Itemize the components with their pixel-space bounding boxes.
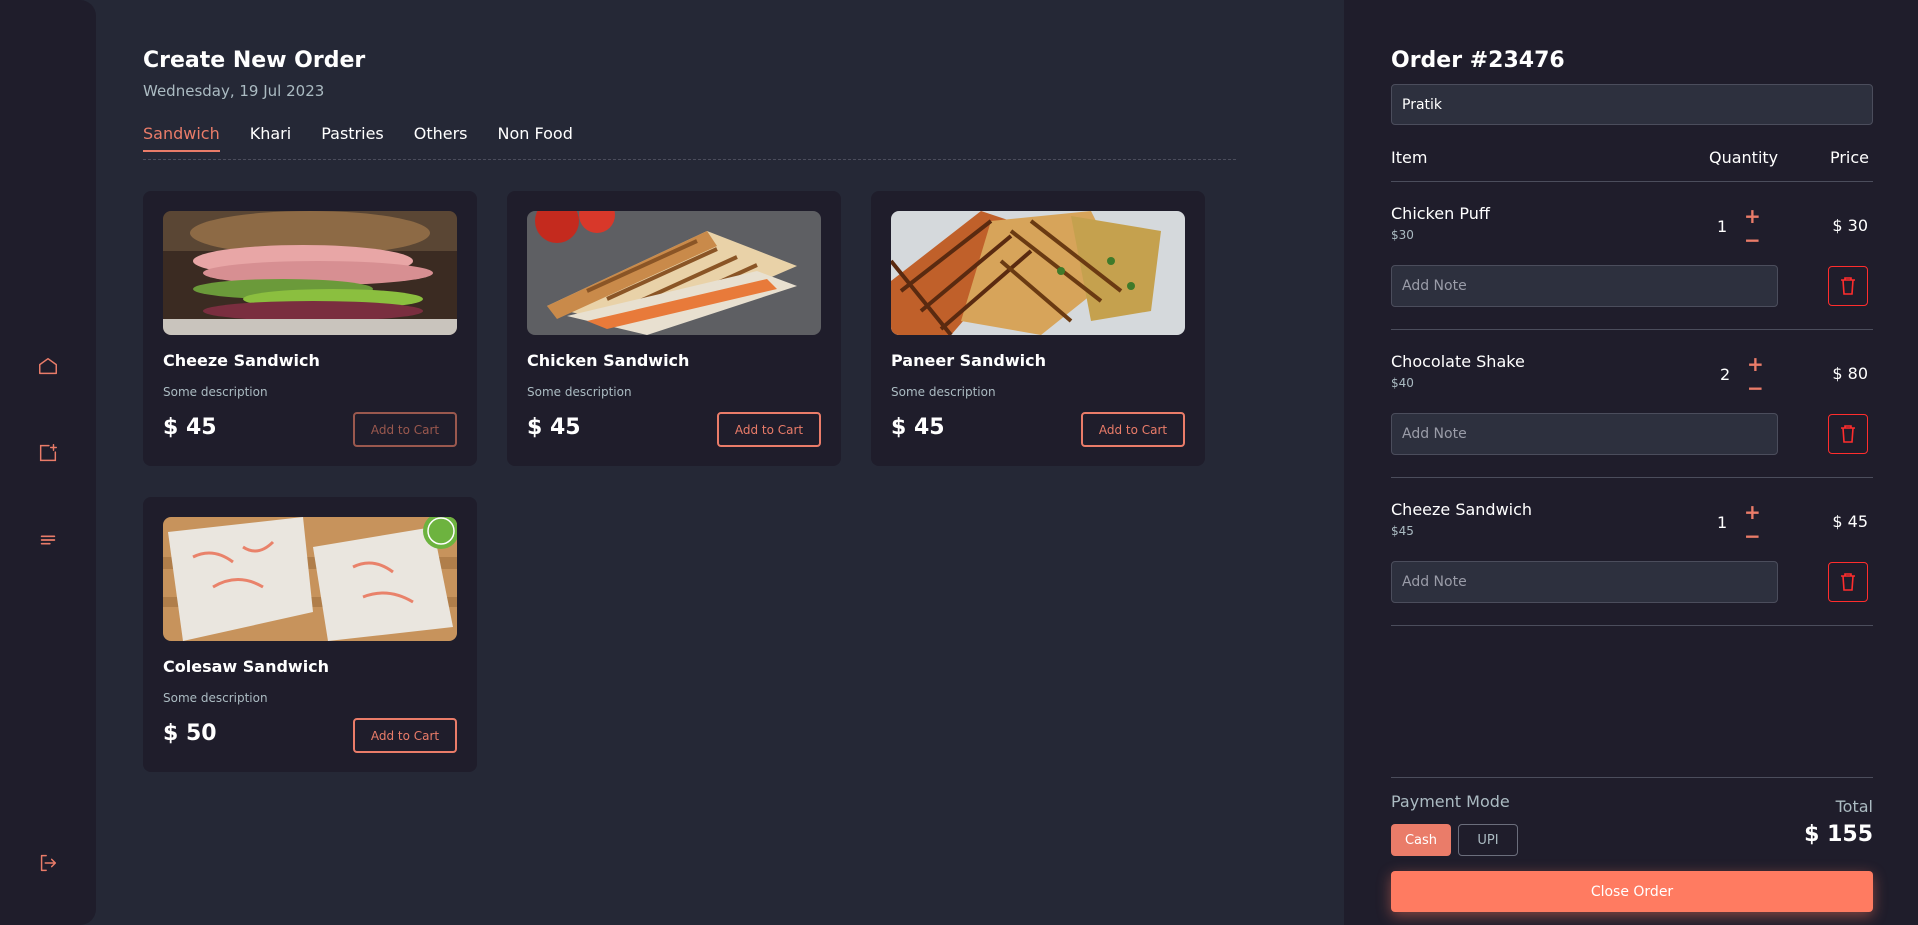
- product-description: Some description: [163, 385, 268, 399]
- tab-others[interactable]: Others: [414, 124, 468, 152]
- total-label: Total: [1835, 797, 1873, 816]
- product-price: $ 45: [163, 415, 217, 440]
- order-item-quantity: 1: [1717, 217, 1728, 236]
- add-to-cart-button[interactable]: Add to Cart: [1081, 412, 1185, 447]
- product-card: Cheeze Sandwich Some description $ 45 Ad…: [143, 191, 477, 466]
- increase-quantity-button[interactable]: +: [1747, 354, 1764, 374]
- delete-item-button[interactable]: [1828, 266, 1868, 306]
- order-item-row: Chicken Puff $30 1 + − $ 30: [1391, 182, 1873, 330]
- order-item-row: Chocolate Shake $40 2 + − $ 80: [1391, 330, 1873, 478]
- product-price: $ 50: [163, 721, 217, 746]
- decrease-quantity-button[interactable]: −: [1744, 526, 1761, 546]
- total-value: $ 155: [1804, 822, 1873, 847]
- paneer-sandwich-photo: [891, 211, 1185, 335]
- logout-icon[interactable]: [36, 851, 60, 875]
- product-description: Some description: [891, 385, 996, 399]
- product-name: Cheeze Sandwich: [163, 351, 320, 370]
- order-item-unit-price: $40: [1391, 376, 1414, 390]
- product-card: Colesaw Sandwich Some description $ 50 A…: [143, 497, 477, 772]
- menu-lines-icon[interactable]: [36, 528, 60, 552]
- order-panel: Order #23476 Item Quantity Price Chicken…: [1344, 0, 1918, 925]
- payment-cash-button[interactable]: Cash: [1391, 824, 1451, 856]
- product-card: Chicken Sandwich Some description $ 45 A…: [507, 191, 841, 466]
- order-item-row: Cheeze Sandwich $45 1 + − $ 45: [1391, 478, 1873, 626]
- coleslaw-sandwich-photo: [163, 517, 457, 641]
- delete-item-button[interactable]: [1828, 562, 1868, 602]
- new-order-icon[interactable]: [36, 441, 60, 465]
- add-to-cart-button[interactable]: Add to Cart: [717, 412, 821, 447]
- increase-quantity-button[interactable]: +: [1744, 502, 1761, 522]
- chicken-sandwich-photo: [527, 211, 821, 335]
- add-note-input[interactable]: [1391, 561, 1778, 603]
- add-to-cart-button[interactable]: Add to Cart: [353, 412, 457, 447]
- product-description: Some description: [163, 691, 268, 705]
- tab-sandwich[interactable]: Sandwich: [143, 124, 220, 152]
- trash-icon: [1841, 277, 1855, 295]
- increase-quantity-button[interactable]: +: [1744, 206, 1761, 226]
- column-header-price: Price: [1829, 148, 1869, 167]
- add-note-input[interactable]: [1391, 265, 1778, 307]
- payment-mode-label: Payment Mode: [1391, 792, 1510, 811]
- decrease-quantity-button[interactable]: −: [1747, 378, 1764, 398]
- order-item-quantity: 1: [1717, 513, 1728, 532]
- add-to-cart-button[interactable]: Add to Cart: [353, 718, 457, 753]
- product-description: Some description: [527, 385, 632, 399]
- order-item-name: Cheeze Sandwich: [1391, 500, 1533, 519]
- column-header-item: Item: [1391, 148, 1428, 167]
- page-title: Create New Order: [143, 48, 366, 73]
- product-name: Colesaw Sandwich: [163, 657, 330, 676]
- trash-icon: [1841, 425, 1855, 443]
- payment-divider: [1391, 777, 1873, 778]
- tab-pastries[interactable]: Pastries: [321, 124, 384, 152]
- category-tabs: Sandwich Khari Pastries Others Non Food: [143, 124, 1236, 160]
- order-item-price: $ 30: [1832, 216, 1868, 235]
- delete-item-button[interactable]: [1828, 414, 1868, 454]
- order-item-unit-price: $45: [1391, 524, 1414, 538]
- order-item-name: Chicken Puff: [1391, 204, 1490, 223]
- cheese-sandwich-photo: [163, 211, 457, 335]
- product-price: $ 45: [891, 415, 945, 440]
- product-name: Paneer Sandwich: [891, 351, 1046, 370]
- product-name: Chicken Sandwich: [527, 351, 690, 370]
- tab-khari[interactable]: Khari: [250, 124, 291, 152]
- customer-name-input[interactable]: [1391, 84, 1873, 125]
- home-icon[interactable]: [36, 354, 60, 378]
- sidebar: [0, 0, 96, 925]
- order-title: Order #23476: [1391, 48, 1565, 73]
- order-item-quantity: 2: [1720, 365, 1731, 384]
- page-date: Wednesday, 19 Jul 2023: [143, 82, 325, 100]
- tab-non-food[interactable]: Non Food: [498, 124, 573, 152]
- product-card: Paneer Sandwich Some description $ 45 Ad…: [871, 191, 1205, 466]
- close-order-button[interactable]: Close Order: [1391, 871, 1873, 912]
- product-price: $ 45: [527, 415, 581, 440]
- order-item-unit-price: $30: [1391, 228, 1414, 242]
- order-item-price: $ 45: [1832, 512, 1868, 531]
- trash-icon: [1841, 573, 1855, 591]
- column-header-quantity: Quantity: [1709, 148, 1779, 167]
- add-note-input[interactable]: [1391, 413, 1778, 455]
- order-item-price: $ 80: [1832, 364, 1868, 383]
- main-content: Create New Order Wednesday, 19 Jul 2023 …: [96, 0, 1344, 925]
- decrease-quantity-button[interactable]: −: [1744, 230, 1761, 250]
- payment-upi-button[interactable]: UPI: [1458, 824, 1518, 856]
- order-item-name: Chocolate Shake: [1391, 352, 1525, 371]
